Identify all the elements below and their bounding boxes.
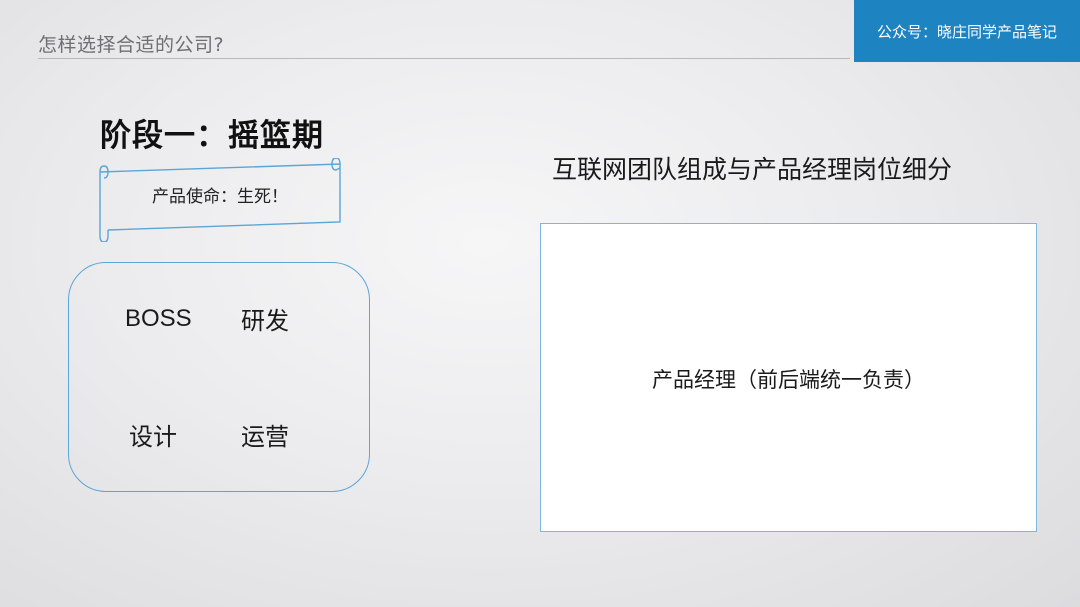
team-box: BOSS 研发 设计 运营 bbox=[68, 262, 370, 492]
brand-text: 公众号：晓庄同学产品笔记 bbox=[876, 22, 1057, 41]
section-title: 互联网团队组成与产品经理岗位细分 bbox=[552, 155, 953, 184]
pm-box: 产品经理（前后端统一负责） bbox=[540, 223, 1037, 532]
brand-tag: 公众号：晓庄同学产品笔记 bbox=[854, 0, 1080, 62]
role-dev: 研发 bbox=[241, 307, 289, 335]
page-header: 怎样选择合适的公司? bbox=[38, 28, 850, 59]
mission-text: 产品使命：生死！ bbox=[152, 187, 288, 207]
role-ops: 运营 bbox=[241, 423, 289, 451]
page-title: 怎样选择合适的公司? bbox=[38, 34, 225, 56]
stage-title: 阶段一：摇篮期 bbox=[100, 118, 324, 154]
pm-text: 产品经理（前后端统一负责） bbox=[652, 368, 925, 392]
role-boss: BOSS bbox=[125, 305, 192, 332]
role-design: 设计 bbox=[129, 423, 177, 451]
mission-scroll: 产品使命：生死！ bbox=[94, 158, 346, 242]
